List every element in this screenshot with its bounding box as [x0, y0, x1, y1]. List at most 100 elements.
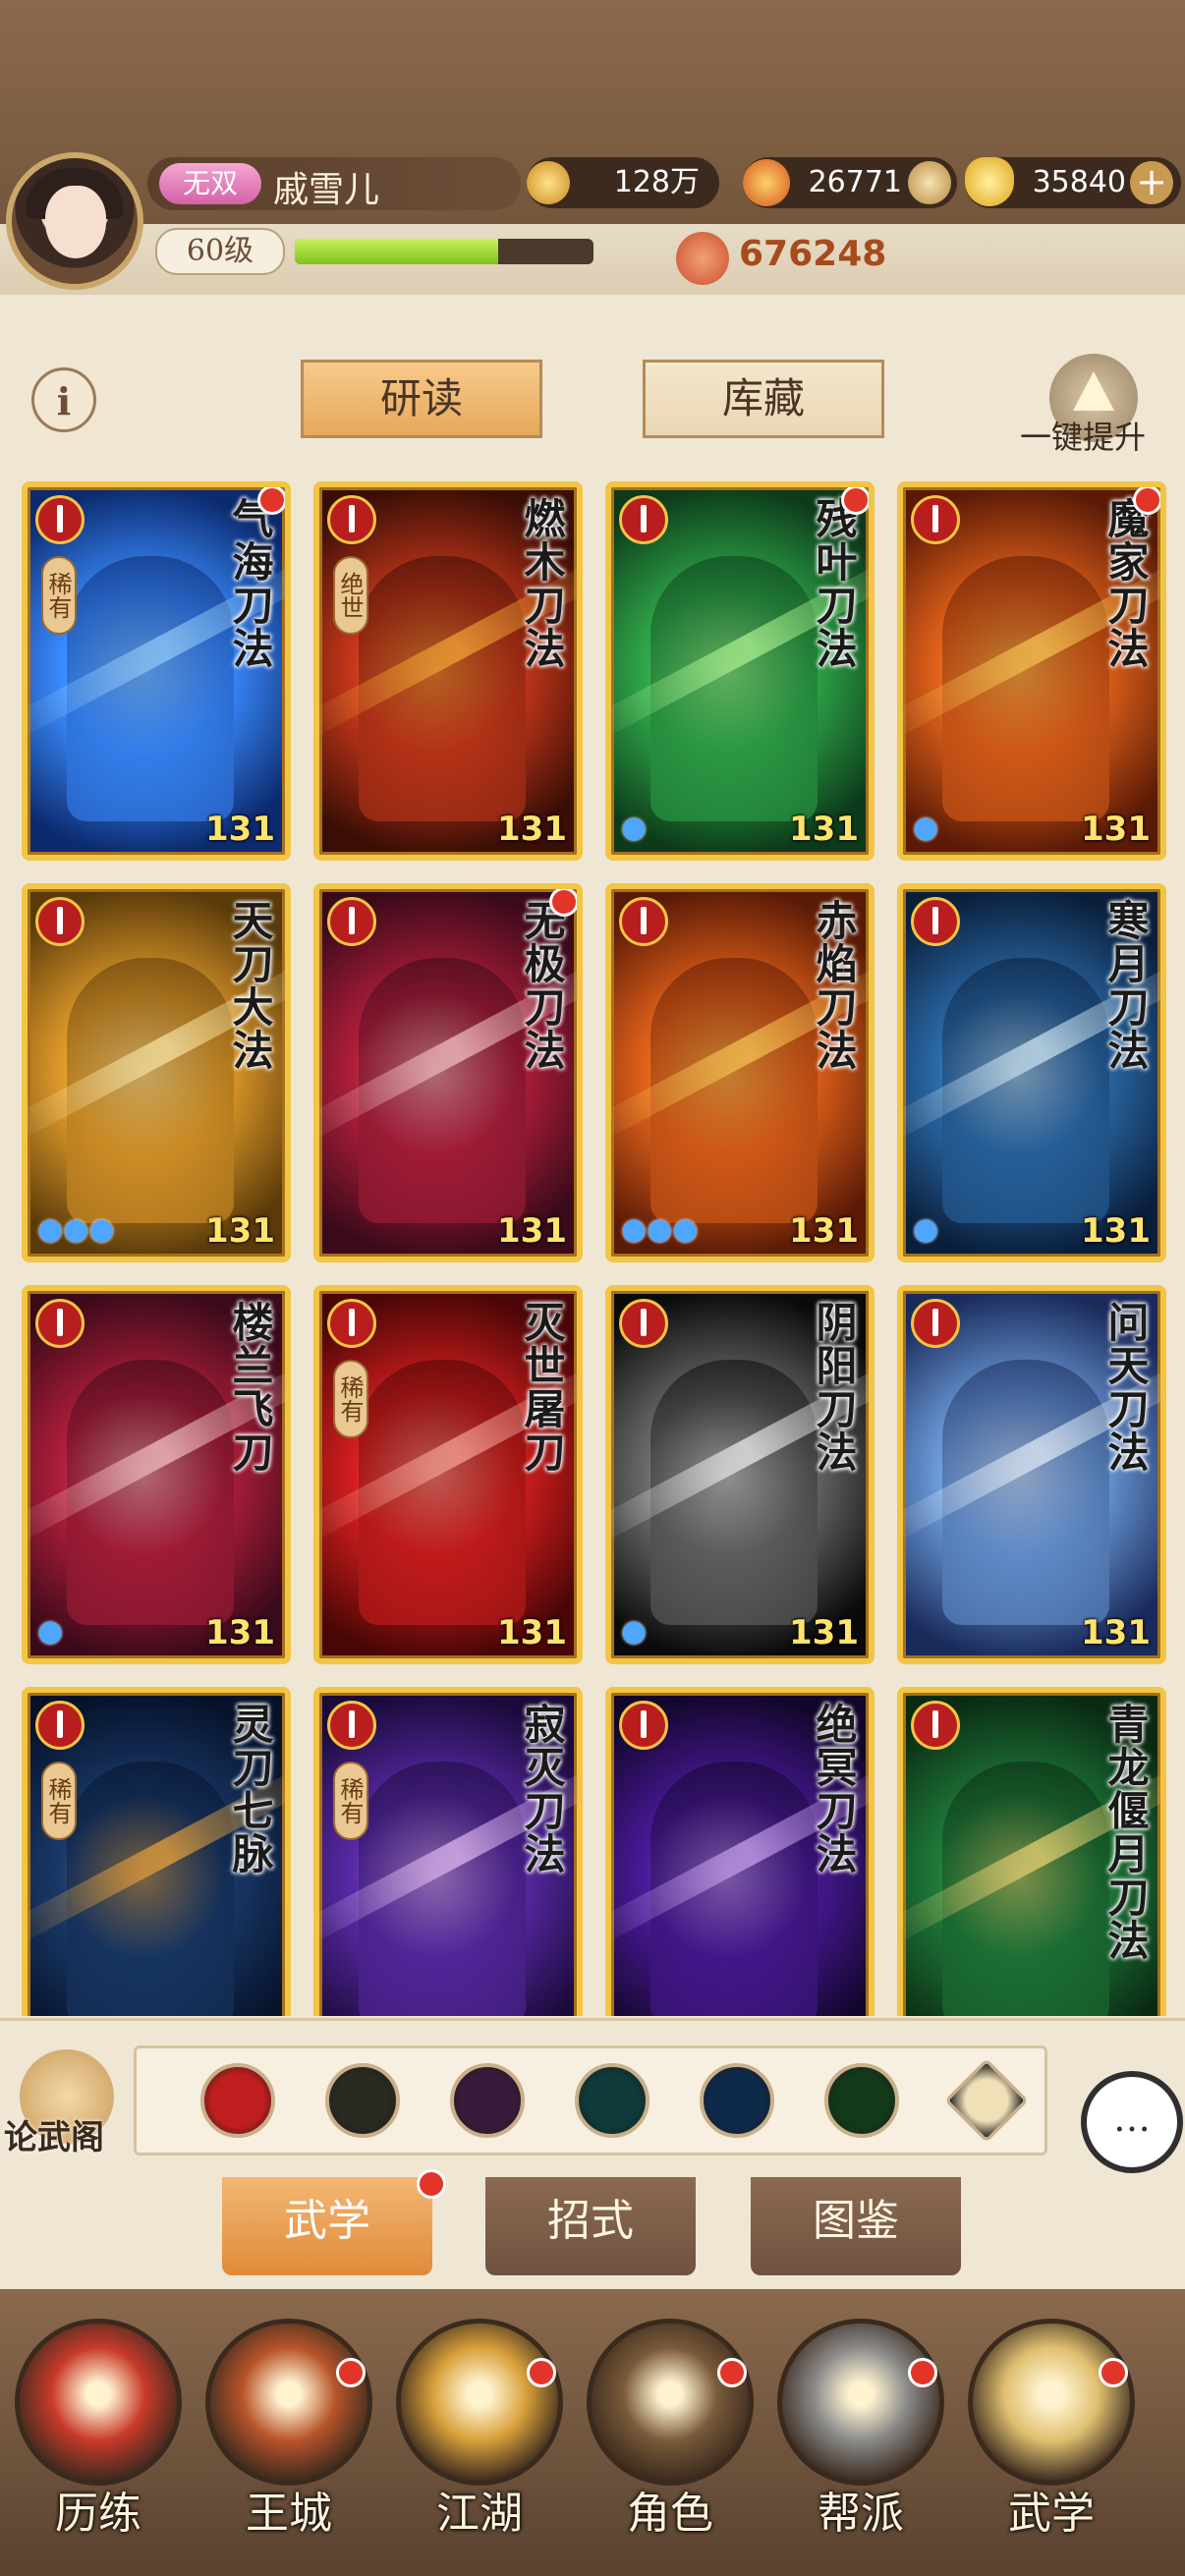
- nav-alert-dot: [336, 2358, 366, 2387]
- subtab-martial[interactable]: 武学: [222, 2177, 432, 2275]
- skill-card[interactable]: 寂灭刀法 稀有: [313, 1687, 583, 2016]
- nav-label[interactable]: 帮派: [772, 2478, 949, 2541]
- nav-label[interactable]: 江湖: [391, 2478, 568, 2541]
- nav-alert-dot: [717, 2358, 747, 2387]
- saber-type-icon: [911, 1701, 960, 1750]
- fan-teal-icon[interactable]: [575, 2063, 649, 2138]
- skill-card[interactable]: 寒月刀法 ● 131: [897, 883, 1166, 1262]
- card-drop-icons: ●●●: [37, 1212, 115, 1247]
- skill-card[interactable]: 绝冥刀法: [605, 1687, 875, 2016]
- saber-type-icon: [619, 897, 668, 946]
- player-level: 60级: [155, 228, 285, 275]
- gold-ingot-value: 35840: [1032, 165, 1126, 199]
- card-title: 绝冥刀法: [810, 1703, 858, 1876]
- add-gold-icon[interactable]: +: [1130, 161, 1173, 204]
- skill-card-grid: 气海刀法 稀有 131 燃木刀法 绝世 131 残叶刀法 ● 131 魔家刀法 ● 131 天刀大法 ●●…: [22, 481, 1171, 2016]
- card-drop-icons: ●: [621, 1614, 648, 1649]
- skill-card[interactable]: 楼兰飞刀 ● 131: [22, 1285, 291, 1664]
- saber-type-icon: [327, 495, 376, 544]
- nav-label[interactable]: 王城: [200, 2478, 377, 2541]
- card-level: 131: [205, 1211, 275, 1251]
- card-level: 131: [497, 1613, 567, 1652]
- nav-label[interactable]: 角色: [582, 2478, 759, 2541]
- nav-label[interactable]: 历练: [10, 2478, 187, 2541]
- blade-black-icon[interactable]: [325, 2063, 400, 2138]
- saber-type-icon: [911, 897, 960, 946]
- card-drop-icons: ●: [37, 1614, 64, 1649]
- card-drop-icons: ●: [913, 1212, 939, 1247]
- card-title: 气海刀法: [226, 497, 274, 670]
- card-alert-dot: [549, 889, 577, 917]
- chat-bubble-icon[interactable]: …: [1081, 2071, 1183, 2173]
- tab-collection[interactable]: 库藏: [643, 360, 884, 438]
- player-avatar[interactable]: [6, 152, 143, 290]
- card-alert-dot: [841, 487, 869, 515]
- skill-card[interactable]: 灵刀七脉 稀有: [22, 1687, 291, 2016]
- card-alert-dot: [1133, 487, 1160, 515]
- nav-label[interactable]: 武学: [963, 2478, 1140, 2541]
- card-title: 天刀大法: [226, 899, 274, 1072]
- card-title: 无极刀法: [518, 899, 566, 1072]
- forum-label[interactable]: 论武阁: [4, 2110, 104, 2158]
- xp-bar-fill: [295, 239, 498, 264]
- saber-icon[interactable]: [200, 2063, 275, 2138]
- skill-card[interactable]: 天刀大法 ●●● 131: [22, 883, 291, 1262]
- saber-type-icon: [619, 1701, 668, 1750]
- info-button[interactable]: i: [31, 367, 96, 432]
- card-title: 燃木刀法: [518, 497, 566, 670]
- gold-ingot-icon: [965, 157, 1014, 206]
- saber-type-icon: [327, 1299, 376, 1348]
- card-level: 131: [205, 1613, 275, 1652]
- saber-type-icon: [327, 897, 376, 946]
- card-level: 131: [1081, 1613, 1151, 1652]
- nav-icon-5[interactable]: [968, 2319, 1135, 2486]
- yinyang-icon[interactable]: [700, 2063, 774, 2138]
- card-drop-icons: ●: [621, 811, 648, 845]
- skill-card[interactable]: 赤焰刀法 ●●● 131: [605, 883, 875, 1262]
- card-level: 131: [789, 1613, 859, 1652]
- skill-card[interactable]: 无极刀法 131: [313, 883, 583, 1262]
- upgrade-all-label[interactable]: 一键提升: [1020, 413, 1146, 458]
- card-rarity-tag: 稀有: [333, 1762, 368, 1840]
- nav-icon-3[interactable]: [587, 2319, 754, 2486]
- subtab-moves[interactable]: 招式: [485, 2177, 696, 2275]
- card-level: 131: [497, 1211, 567, 1251]
- skill-card[interactable]: 燃木刀法 绝世 131: [313, 481, 583, 861]
- subtab-martial-alert-dot: [417, 2169, 446, 2199]
- card-level: 131: [497, 810, 567, 849]
- subtab-codex[interactable]: 图鉴: [751, 2177, 961, 2275]
- skill-card[interactable]: 阴阳刀法 ● 131: [605, 1285, 875, 1664]
- skill-card[interactable]: 问天刀法 131: [897, 1285, 1166, 1664]
- card-title: 赤焰刀法: [810, 899, 858, 1072]
- card-level: 131: [789, 810, 859, 849]
- card-title: 魔家刀法: [1101, 497, 1150, 670]
- nav-alert-dot: [527, 2358, 556, 2387]
- saber-type-icon: [911, 1299, 960, 1348]
- spiral-green-icon[interactable]: [824, 2063, 899, 2138]
- tab-read[interactable]: 研读: [301, 360, 542, 438]
- combat-power-icon: [676, 232, 729, 285]
- skill-card[interactable]: 气海刀法 稀有 131: [22, 481, 291, 861]
- card-level: 131: [1081, 810, 1151, 849]
- saber-type-icon: [35, 495, 85, 544]
- card-drop-icons: ●●●: [621, 1212, 699, 1247]
- combat-power: 676248: [739, 234, 887, 274]
- saber-type-icon: [35, 1701, 85, 1750]
- card-title: 青龙偃月刀法: [1101, 1703, 1150, 1962]
- skill-card[interactable]: 灭世屠刀 稀有 131: [313, 1285, 583, 1664]
- nav-icon-0[interactable]: [15, 2319, 182, 2486]
- skill-card[interactable]: 青龙偃月刀法: [897, 1687, 1166, 2016]
- skill-card[interactable]: 魔家刀法 ● 131: [897, 481, 1166, 861]
- player-name: 戚雪儿: [273, 170, 380, 210]
- nav-icon-1[interactable]: [205, 2319, 372, 2486]
- nav-icon-2[interactable]: [396, 2319, 563, 2486]
- sycee-plus-icon[interactable]: [908, 161, 951, 204]
- nav-icon-4[interactable]: [777, 2319, 944, 2486]
- card-rarity-tag: 稀有: [333, 1360, 368, 1438]
- card-title: 阴阳刀法: [810, 1301, 858, 1474]
- skill-card[interactable]: 残叶刀法 ● 131: [605, 481, 875, 861]
- card-title: 寒月刀法: [1101, 899, 1150, 1072]
- claw-purple-icon[interactable]: [450, 2063, 525, 2138]
- copper-value: 128万: [613, 165, 700, 199]
- card-level: 131: [789, 1211, 859, 1251]
